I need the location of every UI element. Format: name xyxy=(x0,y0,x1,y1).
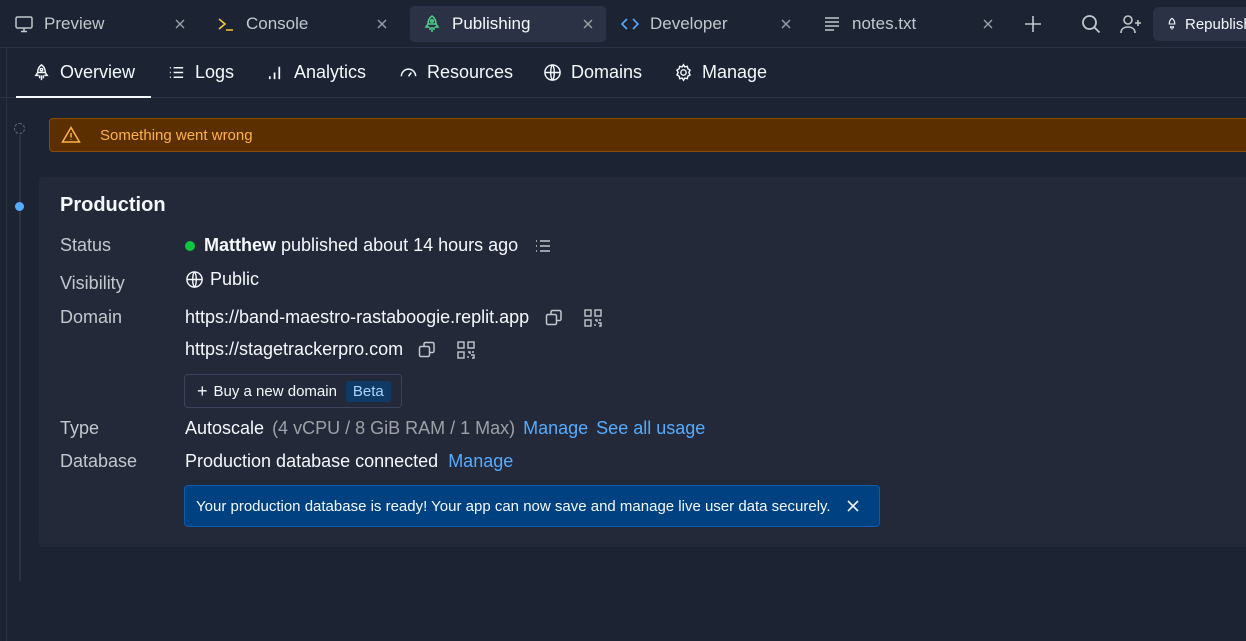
type-label: Type xyxy=(60,418,100,438)
file-text-icon xyxy=(825,17,839,31)
tab-publishing[interactable]: Publishing xyxy=(410,6,606,42)
tab-label: Publishing xyxy=(452,14,531,33)
bar-chart-icon xyxy=(268,66,281,80)
tab-label: Preview xyxy=(44,14,105,33)
rocket-icon xyxy=(34,64,49,81)
visibility-label: Visibility xyxy=(60,273,125,293)
view-logs-list-icon[interactable] xyxy=(533,236,553,256)
timeline-pending-dot xyxy=(14,123,25,134)
nav-label: Logs xyxy=(195,62,235,82)
terminal-icon xyxy=(218,18,233,31)
copy-icon[interactable] xyxy=(544,308,564,328)
rocket-icon xyxy=(424,15,440,32)
domain-url[interactable]: https://stagetrackerpro.com xyxy=(185,339,403,360)
close-icon[interactable] xyxy=(581,17,595,31)
tab-preview[interactable]: Preview xyxy=(2,6,198,42)
close-icon[interactable] xyxy=(845,498,861,514)
tab-label: Console xyxy=(246,14,309,33)
rocket-icon xyxy=(1168,17,1176,30)
nav-label: Manage xyxy=(702,62,768,82)
code-icon xyxy=(620,18,640,30)
deployment-type: Autoscale xyxy=(185,418,265,438)
nav-resources[interactable]: Resources xyxy=(399,48,513,97)
close-icon[interactable] xyxy=(173,17,187,31)
database-value: Production database connected Manage xyxy=(185,451,513,472)
plus-icon: + xyxy=(197,381,208,401)
error-banner: Something went wrong xyxy=(49,118,1246,152)
qr-code-icon[interactable] xyxy=(456,340,476,360)
database-label: Database xyxy=(60,451,138,471)
nav-logs[interactable]: Logs xyxy=(167,48,234,97)
nav-label: Analytics xyxy=(294,62,367,82)
manage-type-link[interactable]: Manage xyxy=(523,418,588,439)
close-icon[interactable] xyxy=(779,17,793,31)
gauge-icon xyxy=(400,68,417,77)
buy-domain-button[interactable]: + Buy a new domain Beta xyxy=(184,374,402,408)
close-icon[interactable] xyxy=(981,17,995,31)
copy-icon[interactable] xyxy=(417,340,437,360)
qr-code-icon[interactable] xyxy=(583,308,603,328)
database-ready-notice: Your production database is ready! Your … xyxy=(184,485,880,527)
nav-label: Domains xyxy=(571,62,643,82)
nav-label: Resources xyxy=(427,62,514,82)
visibility-text: Public xyxy=(210,269,260,289)
globe-icon xyxy=(186,271,203,288)
nav-manage[interactable]: Manage xyxy=(674,48,767,97)
nav-label: Overview xyxy=(60,62,136,82)
close-icon[interactable] xyxy=(375,17,389,31)
gear-icon xyxy=(676,63,691,82)
error-message: Something went wrong xyxy=(100,126,253,144)
tab-developer[interactable]: Developer xyxy=(608,6,804,42)
list-icon xyxy=(169,66,184,79)
beta-badge: Beta xyxy=(345,380,391,402)
manage-database-link[interactable]: Manage xyxy=(448,451,513,472)
production-title: Production xyxy=(60,194,166,216)
nav-analytics[interactable]: Analytics xyxy=(266,48,366,97)
domain-row-custom: https://stagetrackerpro.com xyxy=(185,339,476,360)
globe-icon xyxy=(544,64,561,81)
monitor-icon xyxy=(15,16,33,33)
search-icon[interactable] xyxy=(1079,12,1103,36)
tab-label: Developer xyxy=(650,14,728,33)
republish-button[interactable]: Republish xyxy=(1153,7,1246,41)
status-online-dot xyxy=(185,240,195,251)
warning-icon xyxy=(61,126,81,143)
buy-domain-label: Buy a new domain xyxy=(213,382,337,400)
status-value: Matthew published about 14 hours ago xyxy=(185,235,553,256)
republish-label: Republish xyxy=(1185,15,1246,33)
database-notice-text: Your production database is ready! Your … xyxy=(196,497,831,515)
domain-label: Domain xyxy=(60,307,123,327)
visibility-value: Public xyxy=(185,269,259,290)
tab-notes-txt[interactable]: notes.txt xyxy=(810,6,1006,42)
resource-specs: (4 vCPU / 8 GiB RAM / 1 Max) xyxy=(272,418,516,438)
database-status-text: Production database connected xyxy=(185,451,439,471)
content-left-divider xyxy=(6,48,7,641)
tab-bar: Preview Console Publishing Developer not… xyxy=(0,0,1246,48)
publisher-name: Matthew xyxy=(204,235,276,255)
tab-console[interactable]: Console xyxy=(204,6,400,42)
type-value: Autoscale (4 vCPU / 8 GiB RAM / 1 Max) M… xyxy=(185,418,705,439)
timeline-active-dot xyxy=(15,202,24,211)
publish-time-text: published about 14 hours ago xyxy=(281,235,519,255)
new-tab-plus-icon[interactable] xyxy=(1021,12,1045,36)
see-all-usage-link[interactable]: See all usage xyxy=(596,418,705,439)
nav-overview[interactable]: Overview xyxy=(15,48,152,98)
domain-url[interactable]: https://band-maestro-rastaboogie.replit.… xyxy=(185,307,529,328)
nav-domains[interactable]: Domains xyxy=(543,48,642,97)
status-label: Status xyxy=(60,235,112,255)
tab-label: notes.txt xyxy=(852,14,917,33)
domain-row-primary: https://band-maestro-rastaboogie.replit.… xyxy=(185,307,603,328)
invite-user-icon[interactable] xyxy=(1119,12,1143,36)
publishing-subnav: Overview Logs Analytics Resources Domain… xyxy=(0,48,1246,98)
